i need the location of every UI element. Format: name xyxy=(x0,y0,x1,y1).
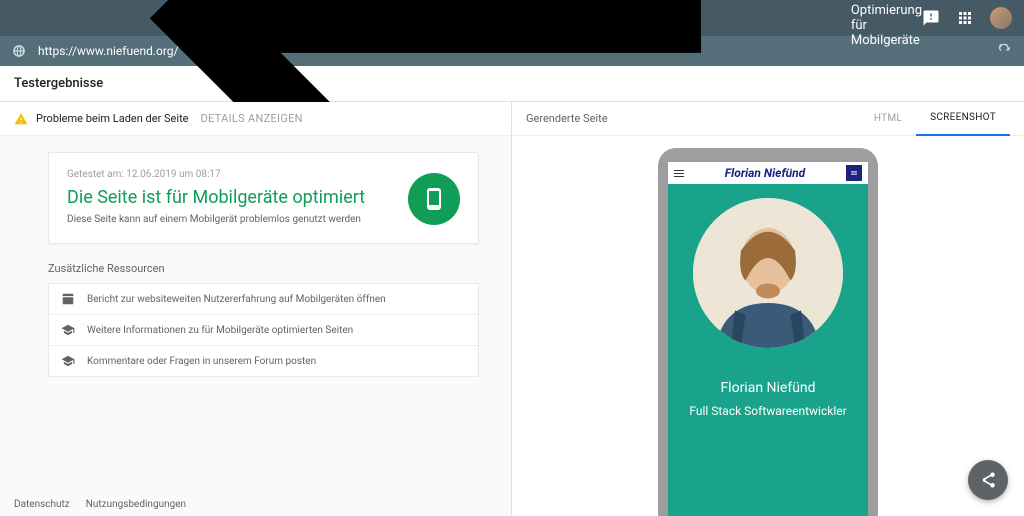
feedback-icon[interactable] xyxy=(922,9,940,27)
result-card: Getestet am: 12.06.2019 um 08:17 Die Sei… xyxy=(48,152,479,244)
menu-icon xyxy=(846,165,862,181)
result-desc: Diese Seite kann auf einem Mobilgerät pr… xyxy=(67,213,396,227)
school-icon xyxy=(61,323,75,337)
avatar[interactable] xyxy=(990,7,1012,29)
preview-role: Full Stack Softwareentwickler xyxy=(678,404,858,418)
right-panel: Gerenderte Seite HTML SCREENSHOT Florian… xyxy=(512,102,1024,516)
apps-icon[interactable] xyxy=(956,9,974,27)
result-badge xyxy=(408,173,460,225)
refresh-icon[interactable] xyxy=(998,44,1012,58)
subheader-title: Testergebnisse xyxy=(14,76,103,91)
forum-icon xyxy=(61,354,75,368)
share-button[interactable] xyxy=(968,460,1008,500)
app-title: Test auf Optimierung für Mobilgeräte xyxy=(851,0,922,48)
share-icon xyxy=(979,471,997,489)
url-text: https://www.niefuend.org/ xyxy=(38,44,998,58)
resources-title: Zusätzliche Ressourcen xyxy=(48,252,479,283)
resource-item[interactable]: Bericht zur websiteweiten Nutzererfahrun… xyxy=(49,284,478,315)
privacy-link[interactable]: Datenschutz xyxy=(14,499,70,510)
warning-icon xyxy=(14,112,28,126)
left-panel: Probleme beim Laden der Seite DETAILS AN… xyxy=(0,102,512,516)
alert-details-link[interactable]: DETAILS ANZEIGEN xyxy=(201,112,303,125)
preview-name: Florian Niefünd xyxy=(678,380,858,396)
globe-icon xyxy=(12,44,26,58)
resource-item[interactable]: Weitere Informationen zu für Mobilgeräte… xyxy=(49,315,478,346)
phone-icon xyxy=(422,187,446,211)
result-title: Die Seite ist für Mobilgeräte optimiert xyxy=(67,186,396,209)
phone-screen: Florian Niefünd xyxy=(668,162,868,516)
right-title: Gerenderte Seite xyxy=(526,112,608,125)
app-header: Test auf Optimierung für Mobilgeräte xyxy=(0,0,1024,36)
alert-text: Probleme beim Laden der Seite xyxy=(36,112,189,125)
preview-brand: Florian Niefünd xyxy=(725,166,805,180)
report-icon xyxy=(61,292,75,306)
hamburger-icon xyxy=(674,170,684,177)
footer: Datenschutz Nutzungsbedingungen xyxy=(0,492,511,516)
profile-photo xyxy=(693,198,843,348)
tab-html[interactable]: HTML xyxy=(860,102,916,136)
resources-section: Zusätzliche Ressourcen Bericht zur websi… xyxy=(48,252,479,377)
tested-at: Getestet am: 12.06.2019 um 08:17 xyxy=(67,169,396,180)
phone-frame: Florian Niefünd xyxy=(658,148,878,516)
terms-link[interactable]: Nutzungsbedingungen xyxy=(86,499,186,510)
resource-item[interactable]: Kommentare oder Fragen in unserem Forum … xyxy=(49,346,478,376)
tab-screenshot[interactable]: SCREENSHOT xyxy=(916,102,1010,136)
right-header: Gerenderte Seite HTML SCREENSHOT xyxy=(512,102,1024,136)
alert-row: Probleme beim Laden der Seite DETAILS AN… xyxy=(0,102,511,136)
